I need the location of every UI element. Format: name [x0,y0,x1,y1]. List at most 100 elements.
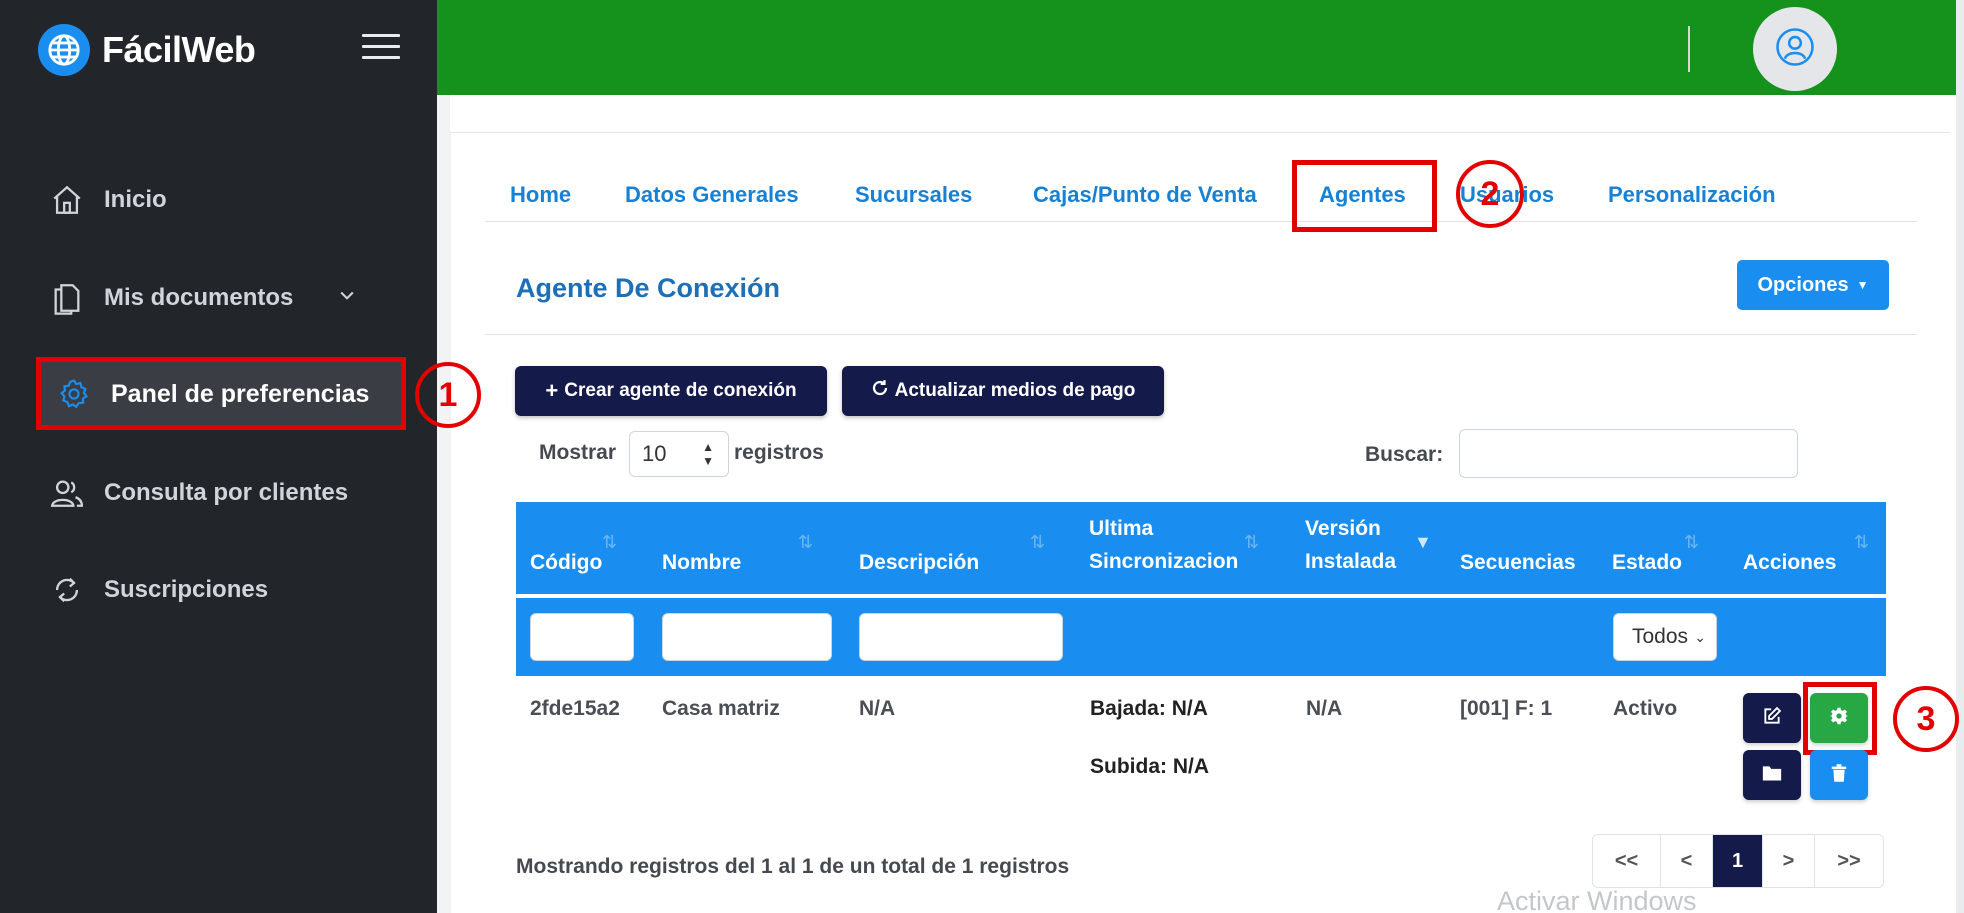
cell-secuencias: [001] F: 1 [1460,697,1553,720]
pagination: << < 1 > >> [1592,834,1884,888]
column-header-acciones[interactable]: Acciones [1743,546,1836,579]
highlight-box-settings [1803,682,1877,755]
sidebar: FácilWeb Inicio Mis documentos Panel de … [0,0,437,913]
cell-nombre: Casa matriz [662,697,780,720]
pager-last[interactable]: >> [1815,835,1883,887]
page-size-select[interactable]: 10 ▲ ▼ [629,431,729,477]
sort-icon[interactable]: ⇅ [1244,532,1259,553]
top-bar [437,0,1964,95]
user-icon [1775,27,1815,72]
callout-number: 3 [1893,686,1959,752]
app-root: FácilWeb Inicio Mis documentos Panel de … [0,0,1964,913]
topbar-divider [1688,26,1690,72]
filter-nombre-input[interactable] [662,613,832,661]
plus-icon: + [545,378,559,403]
create-agent-button[interactable]: + Crear agente de conexión [515,366,827,416]
records-summary: Mostrando registros del 1 al 1 de un tot… [516,855,1070,878]
section-title: Agente De Conexión [516,273,781,303]
cell-subida: Subida: N/A [1090,755,1209,778]
column-header-version-instalada[interactable]: Versión Instalada [1305,512,1415,578]
sort-icon[interactable]: ⇅ [602,532,617,553]
column-header-nombre[interactable]: Nombre [662,546,741,579]
filter-descripcion-input[interactable] [859,613,1063,661]
update-payment-methods-label: Actualizar medios de pago [894,380,1136,401]
sidebar-item-mis-documentos[interactable]: Mis documentos [48,276,357,320]
pager-prev[interactable]: < [1661,835,1713,887]
pager-first[interactable]: << [1593,835,1661,887]
tab-home[interactable]: Home [510,182,571,208]
pager-page[interactable]: 1 [1713,835,1763,887]
sort-desc-icon[interactable]: ▼ [1414,532,1432,553]
sidebar-item-label: Panel de preferencias [111,379,370,408]
sort-icon[interactable]: ⇅ [798,532,813,553]
sidebar-item-inicio[interactable]: Inicio [48,178,167,222]
show-label: Mostrar [539,441,617,464]
sidebar-item-label: Consulta por clientes [104,479,349,506]
tab-cajas-punto-venta[interactable]: Cajas/Punto de Venta [1033,182,1257,208]
sort-icon[interactable]: ⇅ [1684,532,1699,553]
records-label: registros [734,441,824,464]
globe-icon [38,24,90,76]
options-button[interactable]: Opciones ▼ [1737,260,1889,310]
sidebar-item-label: Mis documentos [104,284,294,311]
sort-icon[interactable]: ⇅ [1854,532,1869,553]
cell-bajada: Bajada: N/A [1090,697,1208,720]
create-agent-label: Crear agente de conexión [564,380,797,401]
documents-icon [48,279,86,317]
caret-down-icon: ▼ [1856,278,1869,292]
app-title: FácilWeb [102,29,256,70]
sidebar-item-panel-preferencias[interactable]: Panel de preferencias [36,357,406,430]
column-header-estado[interactable]: Estado [1612,546,1682,579]
trash-icon [1831,763,1847,787]
select-arrows-icon: ▲ ▼ [702,440,714,468]
filter-estado-value: Todos [1632,625,1689,648]
delete-button[interactable] [1810,750,1868,800]
column-header-secuencias: Secuencias [1460,551,1576,574]
column-header-ultima-sincronizacion[interactable]: Ultima Sincronizacion [1089,512,1259,578]
filter-estado-select[interactable]: Todos ⌄ [1613,613,1717,661]
gear-icon [55,375,93,413]
pager-next[interactable]: > [1763,835,1815,887]
callout-number: 2 [1456,160,1524,228]
filter-row: Todos ⌄ [516,598,1886,676]
search-label: Buscar: [1365,443,1444,466]
cell-version: N/A [1306,697,1343,720]
edit-button[interactable] [1743,693,1801,743]
cell-estado: Activo [1613,697,1678,720]
cell-codigo: 2fde15a2 [530,697,620,720]
home-icon [48,181,86,219]
table-header: Código ⇅ Nombre ⇅ Descripción ⇅ Ultima S… [516,502,1886,594]
tab-personalizacion[interactable]: Personalización [1608,182,1776,208]
menu-toggle-icon[interactable] [362,34,400,60]
sidebar-item-suscripciones[interactable]: Suscripciones [48,568,268,612]
edit-icon [1762,706,1782,731]
options-label: Opciones [1757,273,1849,296]
chevron-down-icon [337,284,357,312]
users-icon [48,474,86,512]
tab-datos-generales[interactable]: Datos Generales [625,182,799,208]
logo[interactable]: FácilWeb [38,24,256,76]
callout-number: 1 [415,362,481,428]
section-divider [485,334,1917,335]
sort-icon[interactable]: ⇅ [1030,532,1045,553]
sidebar-item-label: Suscripciones [104,576,269,603]
sidebar-item-consulta-clientes[interactable]: Consulta por clientes [48,471,348,515]
scrollbar[interactable] [1956,0,1964,913]
search-input[interactable] [1459,429,1798,478]
update-payment-methods-button[interactable]: Actualizar medios de pago [842,366,1164,416]
page-size-value: 10 [642,441,667,466]
refresh-icon [871,379,889,403]
refresh-icon [48,571,86,609]
folder-button[interactable] [1743,750,1801,800]
sidebar-item-label: Inicio [104,186,167,213]
highlight-box-agentes [1292,160,1437,232]
filter-codigo-input[interactable] [530,613,634,661]
preferences-tabs: Home Datos Generales Sucursales Cajas/Pu… [485,170,1917,222]
column-header-codigo[interactable]: Código [530,546,602,579]
user-avatar[interactable] [1753,7,1837,91]
chevron-down-icon: ⌄ [1694,628,1706,645]
column-header-descripcion[interactable]: Descripción [859,546,979,579]
content-header-strip [450,95,1950,133]
cell-descripcion: N/A [859,697,896,720]
tab-sucursales[interactable]: Sucursales [855,182,972,208]
